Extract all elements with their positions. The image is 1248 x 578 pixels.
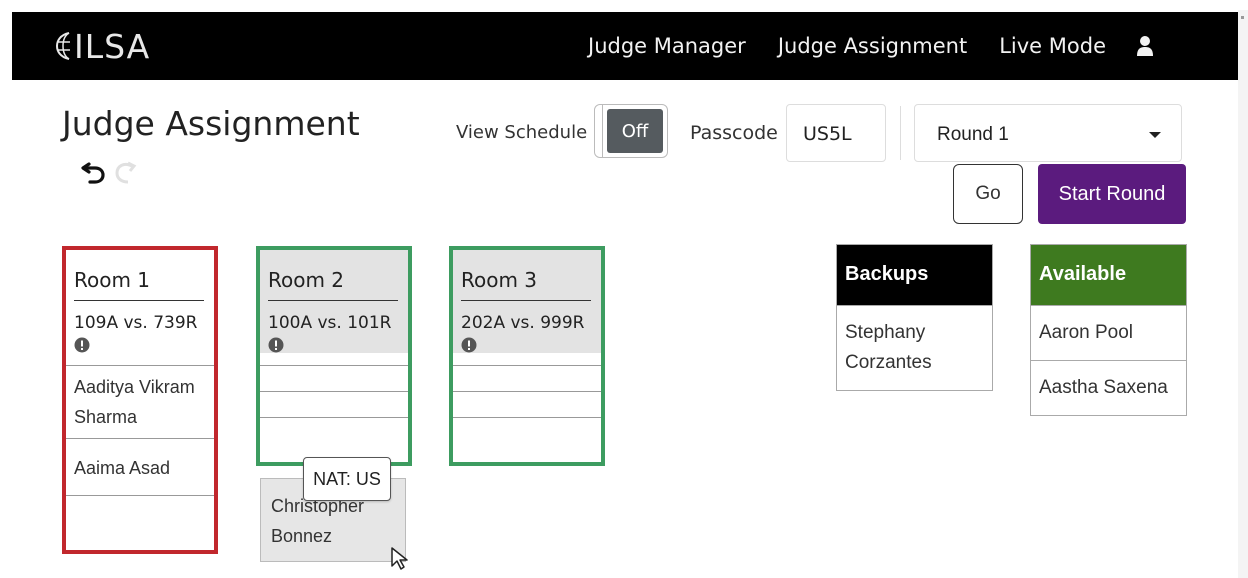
- room-match: 100A vs. 101R: [268, 313, 392, 333]
- view-schedule-toggle[interactable]: Off: [594, 104, 668, 158]
- go-button[interactable]: Go: [953, 164, 1023, 224]
- backups-panel: Backups Stephany Corzantes: [836, 244, 993, 391]
- warning-icon[interactable]: [268, 337, 284, 353]
- available-panel: Available Aaron Pool Aastha Saxena: [1030, 244, 1187, 416]
- judge-slot-empty[interactable]: [260, 391, 408, 417]
- room-header: Room 1 109A vs. 739R: [66, 250, 214, 353]
- judge-slot-empty[interactable]: [260, 417, 408, 443]
- divider: [900, 106, 901, 160]
- room-card-1[interactable]: Room 1 109A vs. 739R Aaditya Vikram Shar…: [62, 246, 218, 554]
- navbar: ILSA Judge Manager Judge Assignment Live…: [12, 12, 1238, 80]
- round-select-value: Round 1: [937, 124, 1009, 145]
- cursor-arrow-icon: [391, 547, 408, 570]
- nav-judge-manager[interactable]: Judge Manager: [588, 34, 746, 58]
- room-match: 202A vs. 999R: [461, 313, 585, 333]
- backup-judge[interactable]: Stephany Corzantes: [837, 305, 992, 390]
- available-title: Available: [1031, 245, 1186, 305]
- warning-icon[interactable]: [74, 337, 90, 353]
- logo[interactable]: ILSA: [54, 26, 150, 66]
- judge-slot-empty[interactable]: [453, 391, 601, 417]
- available-judge[interactable]: Aaron Pool: [1031, 305, 1186, 360]
- chevron-down-icon: [1149, 132, 1161, 138]
- toggle-handle: [595, 105, 603, 157]
- page-title: Judge Assignment: [62, 104, 360, 143]
- logo-text: ILSA: [74, 26, 151, 66]
- room-header: Room 3 202A vs. 999R: [453, 250, 601, 353]
- nationality-tooltip: NAT: US: [303, 457, 391, 501]
- passcode-label: Passcode: [690, 122, 778, 144]
- round-select[interactable]: Round 1: [914, 104, 1182, 162]
- redo-icon[interactable]: [114, 160, 138, 184]
- judge-name: Aaima Asad: [74, 458, 171, 478]
- nav-judge-assignment[interactable]: Judge Assignment: [778, 34, 967, 58]
- room-header: Room 2 100A vs. 101R: [260, 250, 408, 353]
- room-card-3[interactable]: Room 3 202A vs. 999R: [449, 246, 605, 466]
- judge-slot-empty[interactable]: [453, 365, 601, 391]
- available-judge[interactable]: Aastha Saxena: [1031, 360, 1186, 415]
- toggle-state-label: Off: [607, 109, 663, 153]
- scrollbar[interactable]: [1238, 10, 1248, 578]
- view-schedule-label: View Schedule: [456, 122, 588, 143]
- start-round-button[interactable]: Start Round: [1038, 164, 1186, 224]
- judge-slot[interactable]: Aaditya Vikram Sharma: [66, 365, 214, 438]
- user-icon[interactable]: [1136, 35, 1154, 57]
- passcode-field[interactable]: US5L: [786, 104, 886, 162]
- room-title: Room 3: [461, 268, 591, 301]
- backups-title: Backups: [837, 245, 992, 305]
- judge-slot-empty[interactable]: [453, 417, 601, 443]
- globe-logo-icon: [55, 32, 70, 60]
- nav-live-mode[interactable]: Live Mode: [999, 34, 1106, 58]
- room-title: Room 1: [74, 268, 204, 301]
- room-card-2[interactable]: Room 2 100A vs. 101R: [256, 246, 412, 466]
- judge-slot[interactable]: Aaima Asad: [66, 438, 214, 495]
- judge-slot-empty[interactable]: [66, 495, 214, 521]
- nav-links: Judge Manager Judge Assignment Live Mode: [588, 12, 1160, 80]
- warning-icon[interactable]: [461, 337, 477, 353]
- room-match: 109A vs. 739R: [74, 313, 198, 333]
- judge-name: Aaditya Vikram Sharma: [74, 377, 195, 427]
- judge-slot-empty[interactable]: [260, 365, 408, 391]
- room-title: Room 2: [268, 268, 398, 301]
- undo-icon[interactable]: [80, 158, 108, 184]
